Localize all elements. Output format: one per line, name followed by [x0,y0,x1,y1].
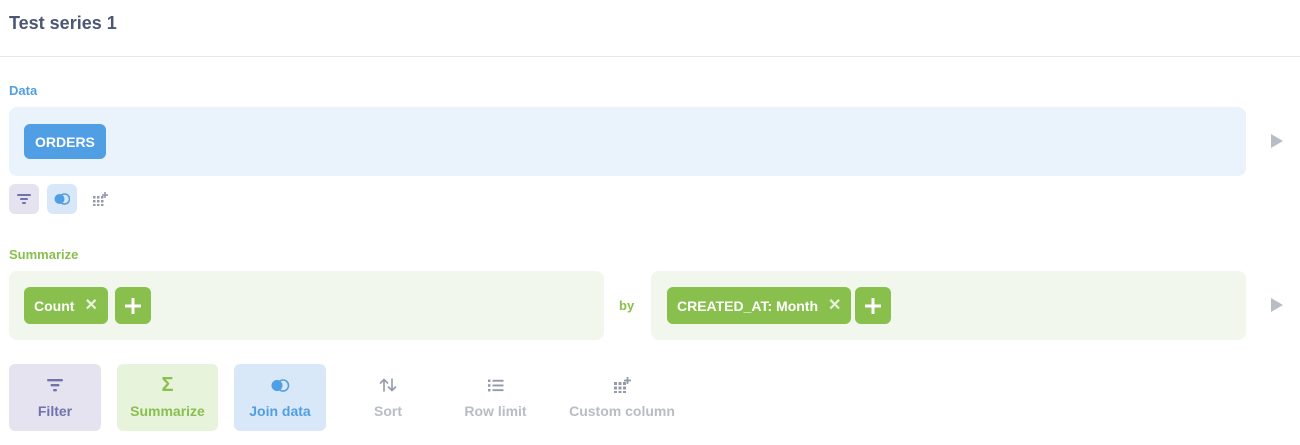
filter-icon [17,194,31,204]
custom-column-icon [613,376,631,394]
custom-column-button-label: Custom column [569,403,675,419]
add-breakout-button[interactable] [855,287,891,324]
summarize-section-label: Summarize [9,247,79,262]
data-section-label: Data [9,83,38,98]
breakout-pill-created-at[interactable]: CREATED_AT: Month ✕ [667,287,852,324]
plus-icon [865,297,881,314]
page-header: Test series 1 [0,0,1300,57]
filter-button-label: Filter [37,403,73,419]
filter-button[interactable]: Filter [9,364,101,431]
join-icon [54,193,70,205]
sort-icon [379,376,397,394]
breakout-label: CREATED_AT: Month [677,297,819,314]
join-data-button[interactable]: Join data [234,364,326,431]
plus-icon [125,297,141,314]
table-pill-orders[interactable]: ORDERS [24,124,106,159]
custom-column-icon [93,192,108,206]
metric-label: Count [34,297,75,314]
preview-arrow-icon[interactable] [1271,134,1283,148]
metric-pill-count[interactable]: Count ✕ [24,287,108,324]
summarize-button-label: Summarize [130,403,205,419]
join-mini-button[interactable] [47,184,77,214]
join-data-button-label: Join data [249,403,311,419]
preview-arrow-icon[interactable] [1271,298,1283,312]
data-step-box[interactable] [9,107,1246,176]
by-label: by [619,298,635,313]
custom-column-mini-button[interactable] [85,184,115,214]
filter-mini-button[interactable] [9,184,39,214]
list-icon [487,376,504,394]
add-metric-button[interactable] [115,287,151,324]
filter-icon [47,376,63,394]
close-icon[interactable]: ✕ [828,297,841,314]
page-title: Test series 1 [9,13,117,33]
custom-column-button[interactable]: Custom column [566,364,678,431]
close-icon[interactable]: ✕ [84,297,97,314]
summarize-button[interactable]: Σ Summarize [117,364,218,431]
sigma-icon: Σ [161,374,174,396]
row-limit-button-label: Row limit [464,403,527,419]
row-limit-button[interactable]: Row limit [452,364,539,431]
join-icon [270,376,290,394]
sort-button-label: Sort [374,403,402,419]
sort-button[interactable]: Sort [347,364,429,431]
